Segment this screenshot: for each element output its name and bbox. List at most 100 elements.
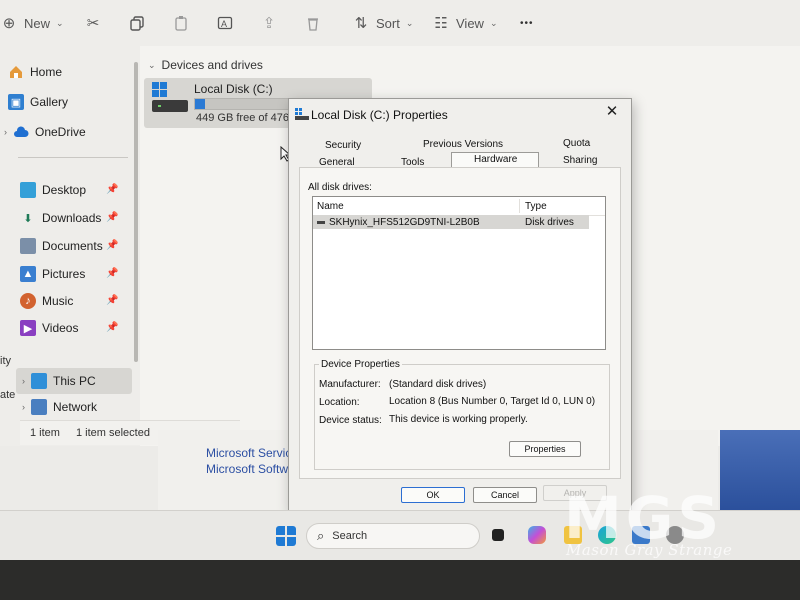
edge-text-1: ity bbox=[0, 355, 11, 367]
nav-item-home[interactable]: Home bbox=[8, 60, 62, 84]
cut-button[interactable]: ✂ bbox=[84, 12, 102, 34]
rename-button[interactable]: A bbox=[216, 12, 234, 34]
tab-security[interactable]: Security bbox=[325, 140, 361, 151]
tab-quota[interactable]: Quota bbox=[563, 138, 590, 149]
cancel-button[interactable]: Cancel bbox=[473, 487, 537, 503]
pin-icon: 📌 bbox=[106, 295, 119, 306]
nav-item-onedrive[interactable]: › OneDrive bbox=[4, 120, 86, 144]
nav-item-downloads[interactable]: ⬇ Downloads bbox=[20, 206, 101, 230]
nav-item-documents[interactable]: Documents bbox=[20, 234, 103, 258]
all-disk-drives-label: All disk drives: bbox=[308, 182, 372, 193]
explorer-toolbar: ⊕ New ⌄ ✂ A ⇪ ⇅ Sort ⌄ ☷ View ⌄ ••• bbox=[0, 0, 800, 47]
tab-hardware[interactable]: Hardware bbox=[474, 154, 517, 165]
desktop-icon bbox=[20, 182, 36, 198]
more-button[interactable]: ••• bbox=[520, 12, 534, 34]
sort-icon: ⇅ bbox=[354, 15, 368, 32]
network-icon bbox=[31, 399, 47, 415]
windows-start-icon[interactable] bbox=[276, 526, 296, 546]
tab-previous-versions[interactable]: Previous Versions bbox=[423, 139, 503, 150]
nav-item-gallery[interactable]: ▣ Gallery bbox=[8, 90, 68, 114]
nav-item-desktop[interactable]: Desktop bbox=[20, 178, 86, 202]
nav-label: Desktop bbox=[42, 183, 87, 197]
pin-icon: 📌 bbox=[106, 212, 119, 223]
drive-icon bbox=[295, 108, 309, 120]
nav-label: OneDrive bbox=[35, 125, 86, 139]
pin-icon: 📌 bbox=[106, 268, 119, 279]
cloud-icon bbox=[13, 124, 29, 140]
copy-icon bbox=[128, 14, 146, 32]
devices-section-header[interactable]: ⌄ Devices and drives bbox=[148, 58, 263, 72]
nav-label: This PC bbox=[53, 374, 96, 388]
computer-icon bbox=[31, 373, 47, 389]
view-label: View bbox=[456, 15, 484, 31]
trash-icon bbox=[304, 14, 322, 32]
chevron-down-icon: ⌄ bbox=[489, 17, 498, 28]
drive-name: Local Disk (C:) bbox=[194, 82, 273, 96]
more-icon: ••• bbox=[520, 17, 534, 29]
nav-item-network[interactable]: › Network bbox=[22, 395, 97, 419]
properties-button[interactable]: Properties bbox=[509, 441, 581, 457]
background-window-text: ity ate bbox=[0, 355, 15, 401]
navigation-pane: Home ▣ Gallery › OneDrive Desktop 📌 ⬇ Do… bbox=[0, 46, 140, 446]
sort-label: Sort bbox=[376, 15, 400, 31]
location-label: Location: bbox=[319, 397, 360, 408]
tab-sharing[interactable]: Sharing bbox=[563, 155, 597, 166]
video-icon: ▶ bbox=[20, 320, 36, 336]
new-button[interactable]: ⊕ New ⌄ bbox=[0, 12, 64, 34]
search-label: Search bbox=[332, 530, 368, 542]
list-header: Name Type bbox=[313, 197, 605, 216]
close-icon[interactable]: ✕ bbox=[603, 103, 621, 121]
column-header-type[interactable]: Type bbox=[525, 201, 547, 212]
svg-text:A: A bbox=[221, 19, 227, 29]
watermark-caption: Mason Gray Strange bbox=[566, 541, 733, 559]
task-view-icon[interactable] bbox=[492, 529, 504, 541]
share-button[interactable]: ⇪ bbox=[260, 12, 278, 34]
nav-label: Downloads bbox=[42, 211, 102, 225]
taskbar-search[interactable]: ⌕ Search bbox=[306, 523, 480, 549]
nav-item-music[interactable]: ♪ Music bbox=[20, 289, 73, 313]
view-icon: ☷ bbox=[434, 15, 448, 32]
clipboard-icon bbox=[172, 14, 190, 32]
manufacturer-label: Manufacturer: bbox=[319, 379, 381, 390]
copilot-icon[interactable] bbox=[528, 526, 546, 544]
dialog-title: Local Disk (C:) Properties bbox=[311, 108, 448, 122]
chevron-right-icon: › bbox=[4, 127, 7, 137]
nav-item-videos[interactable]: ▶ Videos bbox=[20, 316, 78, 340]
drive-model-name: SKHynix_HFS512GD9TNI-L2B0B bbox=[329, 217, 480, 228]
copy-button[interactable] bbox=[128, 12, 146, 34]
disk-drive-icon bbox=[317, 221, 325, 224]
device-status-label: Device status: bbox=[319, 415, 382, 426]
nav-label: Music bbox=[42, 294, 74, 308]
column-header-name[interactable]: Name bbox=[317, 201, 344, 212]
sort-button[interactable]: ⇅ Sort ⌄ bbox=[352, 12, 414, 34]
column-divider bbox=[519, 199, 520, 213]
list-item[interactable]: SKHynix_HFS512GD9TNI-L2B0B Disk drives bbox=[313, 215, 589, 229]
search-icon: ⌕ bbox=[317, 528, 325, 543]
item-count: 1 item bbox=[30, 427, 60, 439]
nav-divider bbox=[18, 157, 128, 158]
device-properties-group: Device Properties Manufacturer: (Standar… bbox=[314, 359, 610, 470]
nav-label: Gallery bbox=[30, 95, 69, 109]
new-label: New bbox=[24, 15, 51, 31]
nav-scrollbar[interactable] bbox=[134, 62, 138, 362]
nav-item-pictures[interactable]: ▲ Pictures bbox=[20, 262, 85, 286]
pin-icon: 📌 bbox=[106, 240, 119, 251]
view-button[interactable]: ☷ View ⌄ bbox=[432, 12, 498, 34]
chevron-down-icon: ⌄ bbox=[405, 17, 414, 28]
nav-item-this-pc[interactable]: › This PC bbox=[22, 369, 96, 393]
gallery-icon: ▣ bbox=[8, 94, 24, 110]
scissors-icon: ✂ bbox=[86, 15, 100, 32]
disk-drives-list[interactable]: Name Type SKHynix_HFS512GD9TNI-L2B0B Dis… bbox=[312, 196, 606, 350]
screen: ⊕ New ⌄ ✂ A ⇪ ⇅ Sort ⌄ ☷ View ⌄ ••• Home… bbox=[0, 0, 800, 560]
chevron-right-icon: › bbox=[22, 376, 25, 386]
music-icon: ♪ bbox=[20, 293, 36, 309]
ok-button[interactable]: OK bbox=[401, 487, 465, 503]
edge-text-2: ate bbox=[0, 389, 16, 401]
home-icon bbox=[8, 64, 24, 80]
paste-button[interactable] bbox=[172, 12, 190, 34]
properties-dialog: Local Disk (C:) Properties ✕ Security Pr… bbox=[288, 98, 632, 512]
delete-button[interactable] bbox=[304, 12, 322, 34]
nav-label: Network bbox=[53, 400, 98, 414]
pin-icon: 📌 bbox=[106, 322, 119, 333]
section-label: Devices and drives bbox=[161, 58, 263, 72]
